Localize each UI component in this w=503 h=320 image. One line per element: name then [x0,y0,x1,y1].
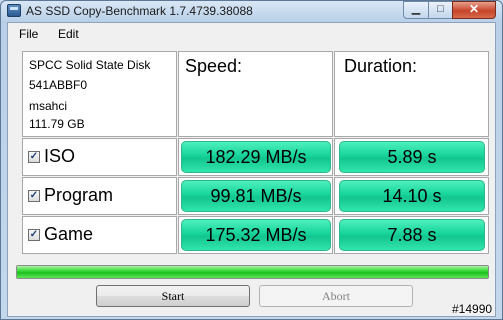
iso-duration-value: 5.89 s [339,141,485,173]
progress-fill [17,266,488,278]
row-game-duration-panel: 7.88 s [334,216,489,254]
game-checkbox[interactable]: ✓ [28,229,40,241]
abort-button[interactable]: Abort [259,285,413,307]
game-speed-value: 175.32 MB/s [181,219,331,251]
app-window: AS SSD Copy-Benchmark 1.7.4739.38088 ▁ □… [0,0,503,320]
row-game-label-panel: ✓ Game [22,216,177,254]
start-button[interactable]: Start [96,285,250,307]
game-label: Game [44,224,94,244]
row-program-label-panel: ✓ Program [22,177,177,215]
row-iso-speed-panel: 182.29 MB/s [178,138,333,176]
iso-checkbox[interactable]: ✓ [28,151,40,163]
maximize-button[interactable]: □ [428,1,453,19]
program-label: Program [44,185,114,205]
watermark-text: #14990 [452,302,493,316]
speed-header: Speed: [185,56,243,76]
drive-model: SPCC Solid State Disk [29,58,151,72]
program-speed-value: 99.81 MB/s [181,180,331,212]
row-iso-label-panel: ✓ ISO [22,138,177,176]
drive-info-panel: SPCC Solid State Disk 541ABBF0 msahci 11… [22,51,177,137]
row-game-speed-panel: 175.32 MB/s [178,216,333,254]
iso-label: ISO [44,146,76,166]
duration-header: Duration: [344,56,418,76]
maximize-icon: □ [437,3,444,15]
app-icon [7,4,21,17]
minimize-icon: ▁ [411,3,421,15]
client-area: File Edit SPCC Solid State Disk 541ABBF0… [7,22,496,317]
row-program-speed-panel: 99.81 MB/s [178,177,333,215]
row-iso-duration-panel: 5.89 s [334,138,489,176]
title-bar[interactable]: AS SSD Copy-Benchmark 1.7.4739.38088 ▁ □… [1,1,502,21]
progress-bar [16,265,489,279]
program-duration-value: 14.10 s [339,180,485,212]
menu-file[interactable]: File [19,27,38,41]
drive-firmware: 541ABBF0 [29,78,88,92]
close-button[interactable]: ✕ [452,1,496,19]
check-icon: ✓ [29,151,39,162]
close-icon: ✕ [468,2,480,16]
window-title: AS SSD Copy-Benchmark 1.7.4739.38088 [26,4,253,18]
check-icon: ✓ [29,229,39,240]
drive-size: 111.79 GB [29,117,85,131]
row-program-duration-panel: 14.10 s [334,177,489,215]
minimize-button[interactable]: ▁ [403,1,429,19]
duration-header-panel: Duration: [334,51,489,137]
speed-header-panel: Speed: [178,51,333,137]
program-checkbox[interactable]: ✓ [28,190,40,202]
drive-driver: msahci [29,99,68,113]
game-duration-value: 7.88 s [339,219,485,251]
menu-edit[interactable]: Edit [58,27,79,41]
check-icon: ✓ [29,190,39,201]
iso-speed-value: 182.29 MB/s [181,141,331,173]
menu-bar: File Edit [8,23,495,45]
